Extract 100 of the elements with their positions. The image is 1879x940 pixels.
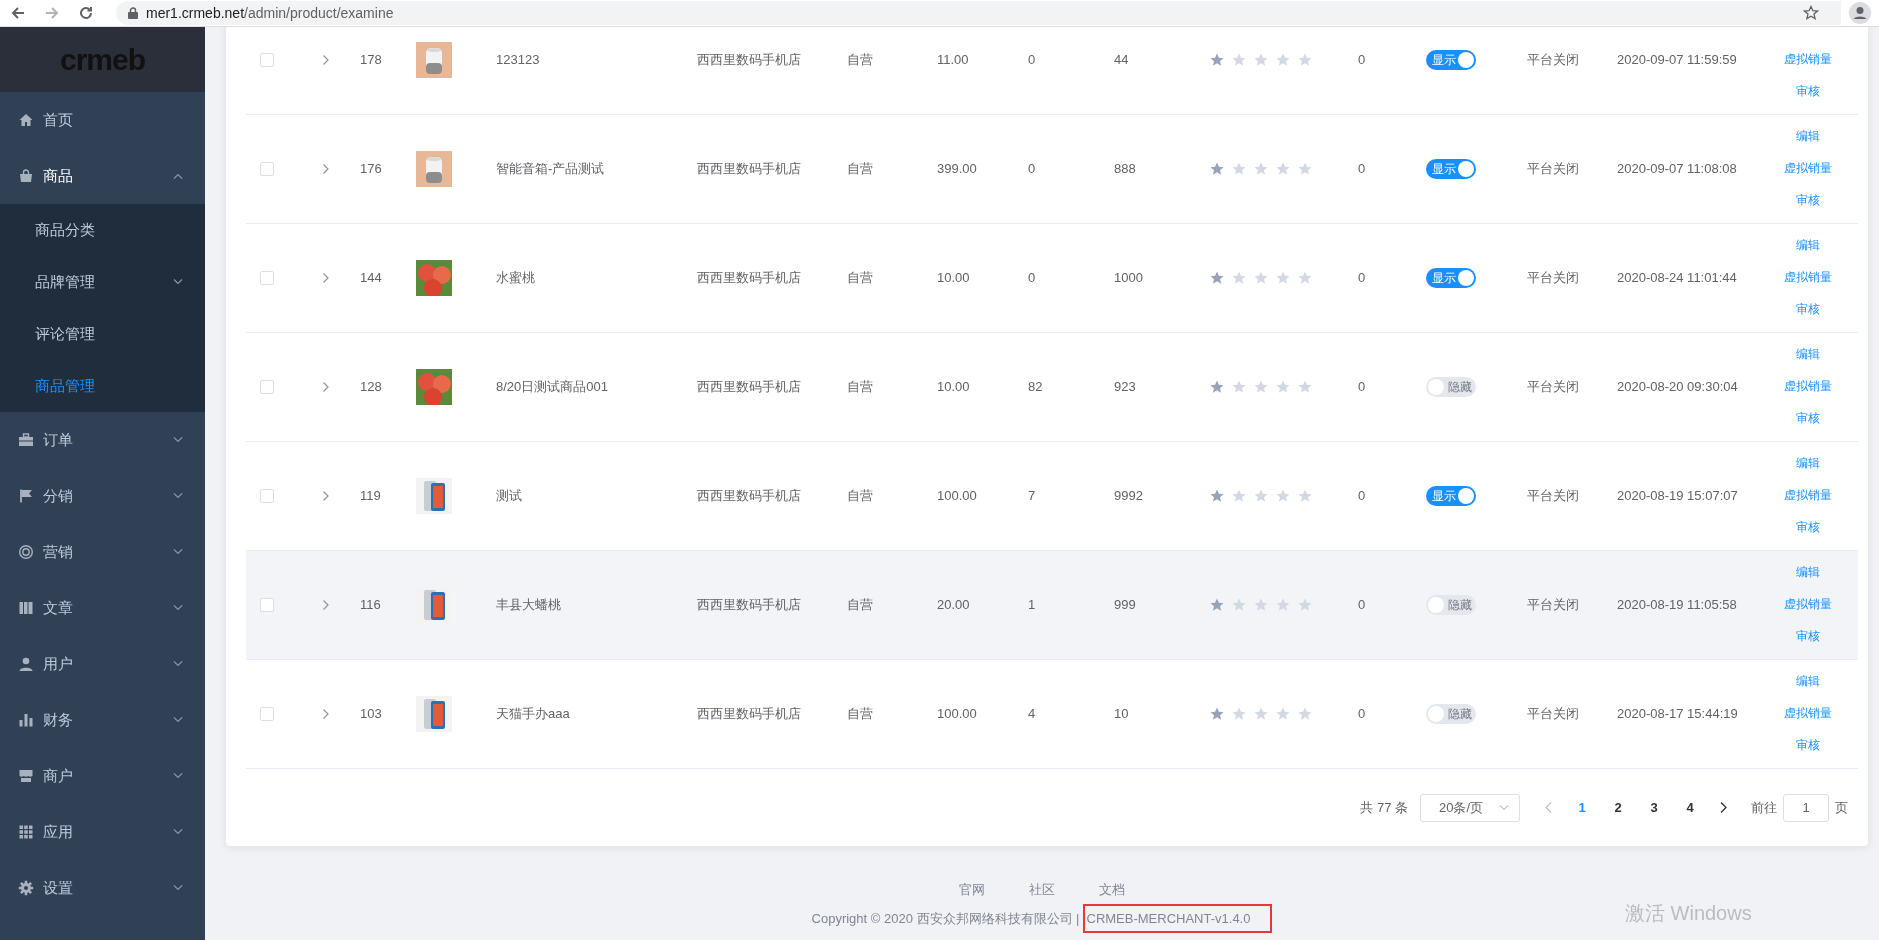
action-link[interactable]: 编辑 <box>1795 454 1820 472</box>
expand-chevron-icon[interactable] <box>323 491 329 501</box>
expand-chevron-icon[interactable] <box>323 273 329 283</box>
version-label: CRMEB-MERCHANT-v1.4.0 <box>1082 903 1273 933</box>
star-icon <box>1254 380 1268 394</box>
toggle-switch[interactable]: 隐藏 <box>1426 377 1476 397</box>
star-icon <box>1276 380 1290 394</box>
sidebar-item[interactable]: 应用 <box>0 804 205 860</box>
status-text: 平台关闭 <box>1527 269 1579 288</box>
toggle-switch[interactable]: 显示 <box>1426 268 1476 288</box>
star-icon <box>1298 489 1312 503</box>
expand-chevron-icon[interactable] <box>323 600 329 610</box>
page-size-select[interactable]: 20条/页 <box>1420 793 1520 822</box>
store-type: 自营 <box>847 487 873 506</box>
star-icon <box>1254 707 1268 721</box>
star-icon <box>1276 598 1290 612</box>
back-icon[interactable] <box>10 5 26 21</box>
action-link[interactable]: 虚拟销量 <box>1783 595 1832 613</box>
action-link[interactable]: 编辑 <box>1795 672 1820 690</box>
toggle-switch[interactable]: 显示 <box>1426 159 1476 179</box>
checkbox[interactable] <box>260 489 274 503</box>
checkbox[interactable] <box>260 598 274 612</box>
reload-icon[interactable] <box>78 5 94 21</box>
table-cell-text: 10 <box>1114 705 1129 724</box>
page-button[interactable]: 4 <box>1672 793 1708 822</box>
action-link[interactable]: 审核 <box>1795 191 1820 209</box>
store-name: 西西里数码手机店 <box>697 51 801 70</box>
action-link[interactable]: 审核 <box>1795 518 1820 536</box>
star-icon <box>1298 598 1312 612</box>
footer-link[interactable]: 官网 <box>959 880 985 900</box>
table-row[interactable]: 116 丰县大蟠桃 西西里数码手机店 自营 20.00 1 999 0 隐藏 平台关闭 2020-08-19 11:05:58 编辑 虚拟销量 审核 <box>246 551 1858 660</box>
action-link[interactable]: 虚拟销量 <box>1783 50 1832 68</box>
table-cell-text: 1 <box>1028 596 1036 615</box>
footer-link[interactable]: 文档 <box>1099 880 1125 900</box>
expand-chevron-icon[interactable] <box>323 55 329 65</box>
sidebar-item[interactable]: 用户 <box>0 636 205 692</box>
previous-page-icon[interactable] <box>1545 802 1552 813</box>
star-icon <box>1254 598 1268 612</box>
action-link[interactable]: 审核 <box>1795 627 1820 645</box>
speaker-photo <box>416 151 452 187</box>
checkbox[interactable] <box>260 53 274 67</box>
toggle-switch[interactable]: 隐藏 <box>1426 595 1476 615</box>
action-link[interactable]: 虚拟销量 <box>1783 704 1832 722</box>
sidebar-item[interactable]: 订单 <box>0 412 205 468</box>
sidebar-item[interactable]: 商品 <box>0 148 205 204</box>
checkbox[interactable] <box>260 162 274 176</box>
date-time: 2020-08-19 11:05:58 <box>1617 596 1737 615</box>
peaches-photo <box>416 369 452 405</box>
action-link[interactable]: 审核 <box>1795 300 1820 318</box>
page-button[interactable]: 1 <box>1564 793 1600 822</box>
profile-icon[interactable] <box>1849 2 1871 24</box>
sidebar-item[interactable]: 文章 <box>0 580 205 636</box>
phone-photo <box>416 478 452 514</box>
sidebar-item[interactable]: 设置 <box>0 860 205 916</box>
footer-link[interactable]: 社区 <box>1029 880 1055 900</box>
product-name: 水蜜桃 <box>496 269 535 288</box>
sidebar-item[interactable]: 商户 <box>0 748 205 804</box>
action-link[interactable]: 编辑 <box>1795 345 1820 363</box>
action-link[interactable]: 虚拟销量 <box>1783 268 1832 286</box>
submenu-item[interactable]: 品牌管理 <box>0 256 205 308</box>
page-button[interactable]: 2 <box>1600 793 1636 822</box>
table-cell-text: 0 <box>1358 51 1366 70</box>
submenu-item[interactable]: 商品分类 <box>0 204 205 256</box>
action-link[interactable]: 编辑 <box>1795 127 1820 145</box>
next-page-icon[interactable] <box>1720 802 1727 813</box>
sidebar-item[interactable]: 分销 <box>0 468 205 524</box>
toggle-switch[interactable]: 隐藏 <box>1426 704 1476 724</box>
action-link[interactable]: 虚拟销量 <box>1783 486 1832 504</box>
submenu-item[interactable]: 评论管理 <box>0 308 205 360</box>
action-link[interactable]: 审核 <box>1795 82 1820 100</box>
star-icon[interactable] <box>1803 5 1819 21</box>
sidebar-item[interactable]: 财务 <box>0 692 205 748</box>
address-bar[interactable]: mer1.crmeb.net/admin/product/examine <box>116 1 1841 25</box>
forward-icon[interactable] <box>44 5 60 21</box>
checkbox[interactable] <box>260 271 274 285</box>
action-link[interactable]: 虚拟销量 <box>1783 377 1832 395</box>
page-input[interactable]: 1 <box>1783 793 1829 822</box>
table-cell-text: 4 <box>1028 705 1036 724</box>
checkbox[interactable] <box>260 380 274 394</box>
product-id: 178 <box>360 51 382 70</box>
price: 10.00 <box>937 269 970 288</box>
expand-chevron-icon[interactable] <box>323 709 329 719</box>
expand-chevron-icon[interactable] <box>323 164 329 174</box>
action-link[interactable]: 审核 <box>1795 736 1820 754</box>
checkbox[interactable] <box>260 707 274 721</box>
star-icon <box>1210 380 1224 394</box>
sidebar-item[interactable]: 营销 <box>0 524 205 580</box>
action-link[interactable]: 编辑 <box>1795 563 1820 581</box>
action-link[interactable]: 虚拟销量 <box>1783 159 1832 177</box>
expand-chevron-icon[interactable] <box>323 382 329 392</box>
action-link[interactable]: 编辑 <box>1795 236 1820 254</box>
sidebar-item[interactable]: 首页 <box>0 92 205 148</box>
price: 11.00 <box>937 51 969 70</box>
toggle-switch[interactable]: 显示 <box>1426 486 1476 506</box>
submenu-item[interactable]: 商品管理 <box>0 360 205 412</box>
star-icon <box>1298 380 1312 394</box>
url-text: mer1.crmeb.net/admin/product/examine <box>146 4 394 23</box>
page-button[interactable]: 3 <box>1636 793 1672 822</box>
action-link[interactable]: 审核 <box>1795 409 1820 427</box>
toggle-switch[interactable]: 显示 <box>1426 50 1476 70</box>
